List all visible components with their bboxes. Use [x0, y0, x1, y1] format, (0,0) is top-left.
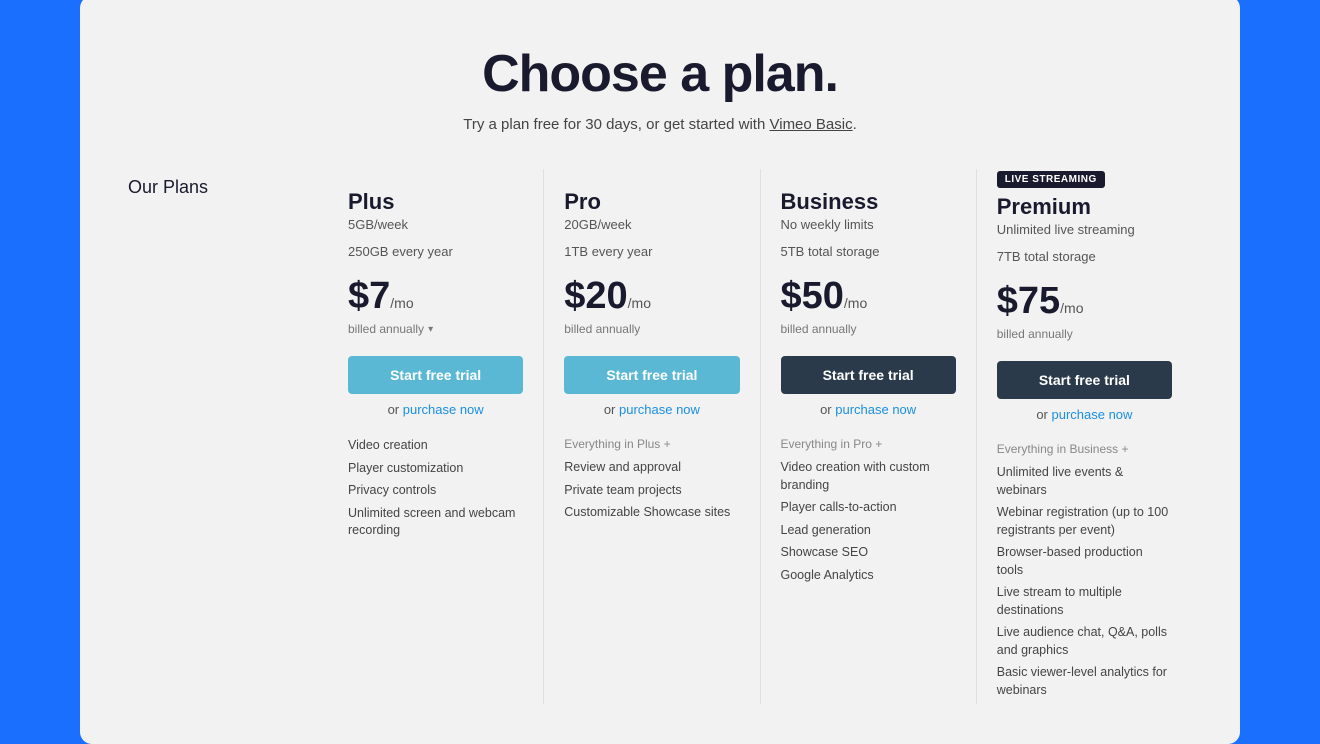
price-per-mo: /mo — [844, 295, 867, 311]
or-purchase-pro: or purchase now — [564, 402, 739, 417]
feature-item: Browser-based production tools — [997, 544, 1172, 579]
plan-price: $20/mo — [564, 275, 739, 318]
feature-item: Unlimited live events & webinars — [997, 464, 1172, 499]
feature-item: Live stream to multiple destinations — [997, 584, 1172, 619]
purchase-now-link-pro[interactable]: purchase now — [619, 402, 700, 417]
our-plans-label: Our Plans — [128, 169, 328, 704]
plan-col-pro: Pro 20GB/week 1TB every year $20/mo bill… — [543, 169, 759, 704]
plan-limit: 5GB/week — [348, 217, 523, 232]
or-purchase-premium: or purchase now — [997, 407, 1172, 422]
feature-item: Lead generation — [781, 522, 956, 540]
features-header: Everything in Plus + — [564, 437, 739, 451]
price-dollar: $ — [348, 275, 369, 317]
feature-item: Customizable Showcase sites — [564, 504, 739, 522]
feature-item: Privacy controls — [348, 482, 523, 500]
page-title: Choose a plan. — [128, 44, 1192, 104]
plan-storage: 1TB every year — [564, 244, 739, 259]
start-trial-button-premium[interactable]: Start free trial — [997, 361, 1172, 399]
features-list-pro: Everything in Plus + Review and approval… — [564, 437, 739, 522]
feature-item: Video creation with custom branding — [781, 459, 956, 494]
plan-name: Plus — [348, 189, 523, 215]
billing-arrow-icon: ▾ — [428, 324, 433, 335]
start-trial-button-plus[interactable]: Start free trial — [348, 356, 523, 394]
features-list-plus: Video creation Player customization Privac… — [348, 437, 523, 540]
plan-name: Business — [781, 189, 956, 215]
plan-storage: 5TB total storage — [781, 244, 956, 259]
feature-item: Review and approval — [564, 459, 739, 477]
price-dollar: $ — [564, 275, 585, 317]
purchase-now-link-business[interactable]: purchase now — [835, 402, 916, 417]
plan-col-premium: LIVE STREAMING Premium Unlimited live st… — [976, 169, 1192, 704]
feature-item: Video creation — [348, 437, 523, 455]
feature-item: Showcase SEO — [781, 544, 956, 562]
feature-item: Player customization — [348, 460, 523, 478]
features-header: Everything in Business + — [997, 442, 1172, 456]
vimeo-basic-link[interactable]: Vimeo Basic — [770, 116, 853, 133]
plan-billing: billed annually — [564, 322, 739, 336]
price-amount: 50 — [802, 275, 844, 317]
plans-grid: Plus 5GB/week 250GB every year $7/mo bil… — [328, 169, 1192, 704]
price-dollar: $ — [781, 275, 802, 317]
plan-storage: 250GB every year — [348, 244, 523, 259]
price-amount: 7 — [369, 275, 390, 317]
feature-item: Live audience chat, Q&A, polls and graph… — [997, 624, 1172, 659]
feature-item: Player calls-to-action — [781, 499, 956, 517]
features-list-business: Everything in Pro + Video creation with … — [781, 437, 956, 584]
plan-limit: No weekly limits — [781, 217, 956, 232]
plans-section: Our Plans Plus 5GB/week 250GB every year… — [128, 169, 1192, 704]
feature-item: Private team projects — [564, 482, 739, 500]
main-card: Choose a plan. Try a plan free for 30 da… — [80, 0, 1240, 744]
plan-col-plus: Plus 5GB/week 250GB every year $7/mo bil… — [328, 169, 543, 704]
page-header: Choose a plan. Try a plan free for 30 da… — [128, 44, 1192, 133]
price-per-mo: /mo — [628, 295, 651, 311]
plan-limit: 20GB/week — [564, 217, 739, 232]
plan-billing: billed annually — [997, 327, 1172, 341]
start-trial-button-business[interactable]: Start free trial — [781, 356, 956, 394]
plan-price: $7/mo — [348, 275, 523, 318]
plan-col-business: Business No weekly limits 5TB total stor… — [760, 169, 976, 704]
price-amount: 20 — [585, 275, 627, 317]
price-amount: 75 — [1018, 280, 1060, 322]
plan-name: Premium — [997, 194, 1172, 220]
price-dollar: $ — [997, 280, 1018, 322]
purchase-now-link-premium[interactable]: purchase now — [1051, 407, 1132, 422]
purchase-now-link-plus[interactable]: purchase now — [403, 402, 484, 417]
plan-limit: Unlimited live streaming — [997, 222, 1172, 237]
plan-price: $50/mo — [781, 275, 956, 318]
plan-price: $75/mo — [997, 280, 1172, 323]
price-per-mo: /mo — [390, 295, 413, 311]
plan-storage: 7TB total storage — [997, 249, 1172, 264]
plan-billing: billed annually — [781, 322, 956, 336]
or-purchase-plus: or purchase now — [348, 402, 523, 417]
features-header: Everything in Pro + — [781, 437, 956, 451]
start-trial-button-pro[interactable]: Start free trial — [564, 356, 739, 394]
live-badge: LIVE STREAMING — [997, 171, 1105, 188]
price-per-mo: /mo — [1060, 300, 1083, 316]
or-purchase-business: or purchase now — [781, 402, 956, 417]
feature-item: Webinar registration (up to 100 registra… — [997, 504, 1172, 539]
feature-item: Google Analytics — [781, 567, 956, 585]
plan-billing: billed annually▾ — [348, 322, 523, 336]
page-subtitle: Try a plan free for 30 days, or get star… — [128, 116, 1192, 133]
features-list-premium: Everything in Business + Unlimited live … — [997, 442, 1172, 699]
feature-item: Basic viewer-level analytics for webinar… — [997, 664, 1172, 699]
feature-item: Unlimited screen and webcam recording — [348, 505, 523, 540]
plan-name: Pro — [564, 189, 739, 215]
